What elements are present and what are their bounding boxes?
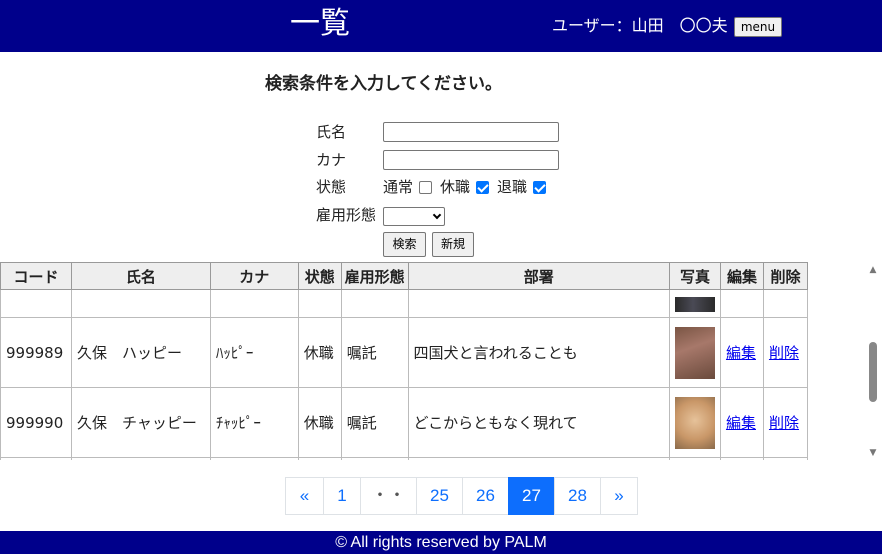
table-cell	[0, 289, 72, 318]
scroll-up-arrow-icon[interactable]: ▲	[868, 265, 878, 275]
col-header-photo: 写真	[669, 262, 721, 290]
col-header-employment: 雇用形態	[340, 262, 409, 290]
table-cell	[70, 289, 211, 318]
table-row: 999990 久保 チャッピー ﾁｬｯﾋﾟｰ 休職 嘱託 どこからともなく現れて…	[0, 387, 808, 458]
kana-cell: ﾁｬｯﾋﾟｰ	[209, 387, 299, 458]
employment-select[interactable]	[383, 207, 445, 226]
col-header-edit: 編集	[719, 262, 764, 290]
pager-page-28[interactable]: 28	[554, 477, 601, 515]
edit-link[interactable]: 編集	[726, 414, 756, 432]
employment-label: 雇用形態	[316, 206, 377, 224]
status-normal-checkbox[interactable]	[419, 180, 433, 194]
employee-photo	[675, 326, 715, 379]
table-cell	[297, 457, 342, 460]
pager-page-27[interactable]: 27	[508, 477, 555, 515]
col-header-kana: カナ	[209, 262, 299, 290]
table-cell	[209, 289, 299, 318]
table-cell	[719, 289, 764, 318]
table-cell	[70, 457, 211, 460]
employment-cell: 嘱託	[340, 387, 409, 458]
scrollbar-thumb[interactable]	[869, 342, 877, 402]
status-leave-checkbox[interactable]	[476, 180, 490, 194]
kana-field[interactable]	[383, 150, 559, 170]
table-header-row: コード 氏名 カナ 状態 雇用形態 部署 写真 編集 削除	[0, 262, 808, 290]
page-title: 一覧	[290, 6, 350, 41]
new-button[interactable]: 新規	[432, 232, 474, 257]
status-label: 状態	[316, 178, 347, 196]
employment-cell: 嘱託	[340, 317, 409, 388]
table-row	[0, 289, 808, 318]
status-cell: 休職	[297, 387, 342, 458]
table-cell	[762, 457, 808, 460]
scroll-down-arrow-icon[interactable]: ▼	[868, 448, 878, 458]
status-cell: 休職	[297, 317, 342, 388]
search-button[interactable]: 検索	[383, 232, 426, 257]
table-cell	[719, 457, 764, 460]
edit-cell: 編集	[719, 317, 764, 388]
pager-page-25[interactable]: 25	[416, 477, 463, 515]
code-cell: 999989	[0, 317, 72, 388]
status-normal-label: 通常	[383, 178, 414, 196]
pager-last[interactable]: »	[600, 477, 638, 515]
photo-cell	[669, 317, 721, 388]
kana-label: カナ	[316, 151, 347, 169]
chevron-down-icon	[432, 210, 442, 220]
kana-cell: ﾊｯﾋﾟｰ	[209, 317, 299, 388]
table-row: 999989 久保 ハッピー ﾊｯﾋﾟｰ 休職 嘱託 四国犬と言われることも 編…	[0, 317, 808, 388]
table-cell	[0, 457, 72, 460]
status-retired-label: 退職	[497, 178, 528, 196]
table-cell	[340, 457, 409, 460]
app-header: 一覧 ユーザー：山田 〇〇夫 menu	[0, 0, 882, 52]
photo-cell	[669, 387, 721, 458]
employee-photo	[675, 396, 715, 449]
pager-ellipsis: ・・	[360, 477, 417, 515]
page-footer: © All rights reserved by PALM	[0, 531, 882, 554]
col-header-code: コード	[0, 262, 72, 290]
pagination: « 1 ・・ 25 26 27 28 »	[285, 477, 638, 515]
name-cell: 久保 ハッピー	[70, 317, 211, 388]
delete-cell: 削除	[762, 317, 808, 388]
employee-table-container[interactable]: コード 氏名 カナ 状態 雇用形態 部署 写真 編集 削除 999989 久保 …	[0, 262, 808, 460]
name-label: 氏名	[316, 123, 347, 141]
table-cell	[407, 457, 671, 460]
pager-page-1[interactable]: 1	[323, 477, 361, 515]
status-leave-label: 休職	[440, 178, 471, 196]
table-cell	[762, 289, 808, 318]
table-cell	[340, 289, 409, 318]
col-header-dept: 部署	[407, 262, 671, 290]
dept-cell: どこからともなく現れて	[407, 387, 671, 458]
col-header-name: 氏名	[70, 262, 211, 290]
name-field[interactable]	[383, 122, 559, 142]
status-retired-checkbox[interactable]	[533, 180, 547, 194]
pager-page-26[interactable]: 26	[462, 477, 509, 515]
dept-cell: 四国犬と言われることも	[407, 317, 671, 388]
delete-link[interactable]: 削除	[769, 414, 799, 432]
delete-link[interactable]: 削除	[769, 344, 799, 362]
delete-cell: 削除	[762, 387, 808, 458]
edit-cell: 編集	[719, 387, 764, 458]
table-cell	[407, 289, 671, 318]
table-cell	[209, 457, 299, 460]
photo-cell	[669, 289, 721, 318]
user-display: ユーザー：山田 〇〇夫	[552, 16, 728, 35]
search-prompt: 検索条件を入力してください。	[265, 74, 502, 94]
employee-table: コード 氏名 カナ 状態 雇用形態 部署 写真 編集 削除 999989 久保 …	[0, 262, 808, 460]
pager-first[interactable]: «	[285, 477, 324, 515]
status-options: 通常 休職 退職	[383, 177, 554, 197]
table-cell	[297, 289, 342, 318]
employee-photo	[675, 297, 715, 312]
menu-button[interactable]: menu	[734, 17, 782, 37]
edit-link[interactable]: 編集	[726, 344, 756, 362]
table-cell	[669, 457, 721, 460]
col-header-delete: 削除	[762, 262, 808, 290]
name-cell: 久保 チャッピー	[70, 387, 211, 458]
col-header-status: 状態	[297, 262, 342, 290]
table-row	[0, 457, 808, 460]
code-cell: 999990	[0, 387, 72, 458]
